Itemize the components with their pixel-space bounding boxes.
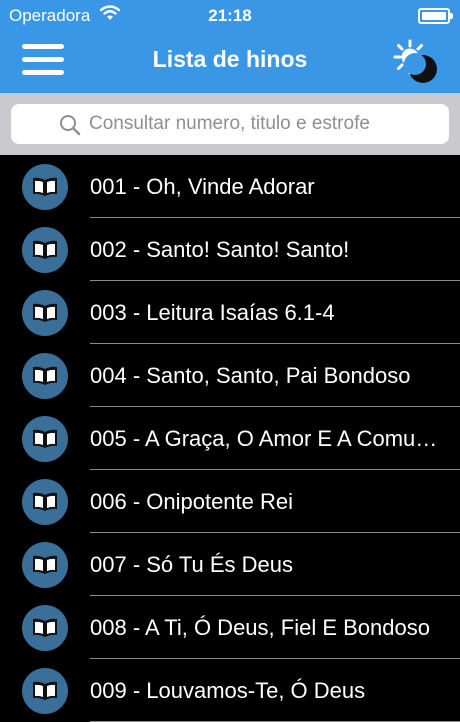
sun-moon-icon[interactable] [392, 38, 440, 86]
list-item[interactable]: 005 - A Graça, O Amor E A Comunhão [0, 407, 460, 470]
list-item[interactable]: 006 - Onipotente Rei [0, 470, 460, 533]
list-item[interactable]: 003 - Leitura Isaías 6.1-4 [0, 281, 460, 344]
hymn-title: 001 - Oh, Vinde Adorar [90, 174, 315, 199]
battery-icon [418, 8, 453, 24]
search-icon [59, 114, 81, 136]
status-bar: Operadora 21:18 [0, 0, 460, 30]
search-input[interactable] [89, 104, 439, 144]
hymn-title: 004 - Santo, Santo, Pai Bondoso [90, 363, 411, 388]
hymn-title: 006 - Onipotente Rei [90, 489, 294, 514]
list-item[interactable]: 009 - Louvamos-Te, Ó Deus [0, 659, 460, 722]
list-item[interactable]: 001 - Oh, Vinde Adorar [0, 155, 460, 218]
book-icon [22, 290, 68, 336]
hymn-title: 005 - A Graça, O Amor E A Comunhão [90, 426, 440, 451]
search-bar [0, 93, 460, 155]
book-icon [22, 227, 68, 273]
navigation-header: Operadora 21:18 Lista de hinos [0, 0, 460, 93]
hymn-title: 009 - Louvamos-Te, Ó Deus [90, 678, 366, 703]
book-icon [22, 479, 68, 525]
hymn-list: 001 - Oh, Vinde Adorar 002 - Santo! Santo… [0, 155, 460, 722]
page-title: Lista de hinos [152, 46, 308, 72]
book-icon [22, 353, 68, 399]
list-item[interactable]: 007 - Só Tu És Deus [0, 533, 460, 596]
hymn-title: 008 - A Ti, Ó Deus, Fiel E Bondoso [90, 615, 430, 640]
search-field-container[interactable] [11, 104, 449, 144]
clock: 21:18 [208, 6, 252, 25]
book-icon [22, 164, 68, 210]
battery-level [422, 12, 446, 20]
hymn-title: 007 - Só Tu És Deus [90, 552, 293, 577]
hymn-title: 002 - Santo! Santo! Santo! [90, 237, 350, 262]
list-item[interactable]: 004 - Santo, Santo, Pai Bondoso [0, 344, 460, 407]
book-icon [22, 605, 68, 651]
book-icon [22, 668, 68, 714]
list-item[interactable]: 002 - Santo! Santo! Santo! [0, 218, 460, 281]
hymn-title: 003 - Leitura Isaías 6.1-4 [90, 300, 335, 325]
book-icon [22, 542, 68, 588]
list-item[interactable]: 008 - A Ti, Ó Deus, Fiel E Bondoso [0, 596, 460, 659]
book-icon [22, 416, 68, 462]
